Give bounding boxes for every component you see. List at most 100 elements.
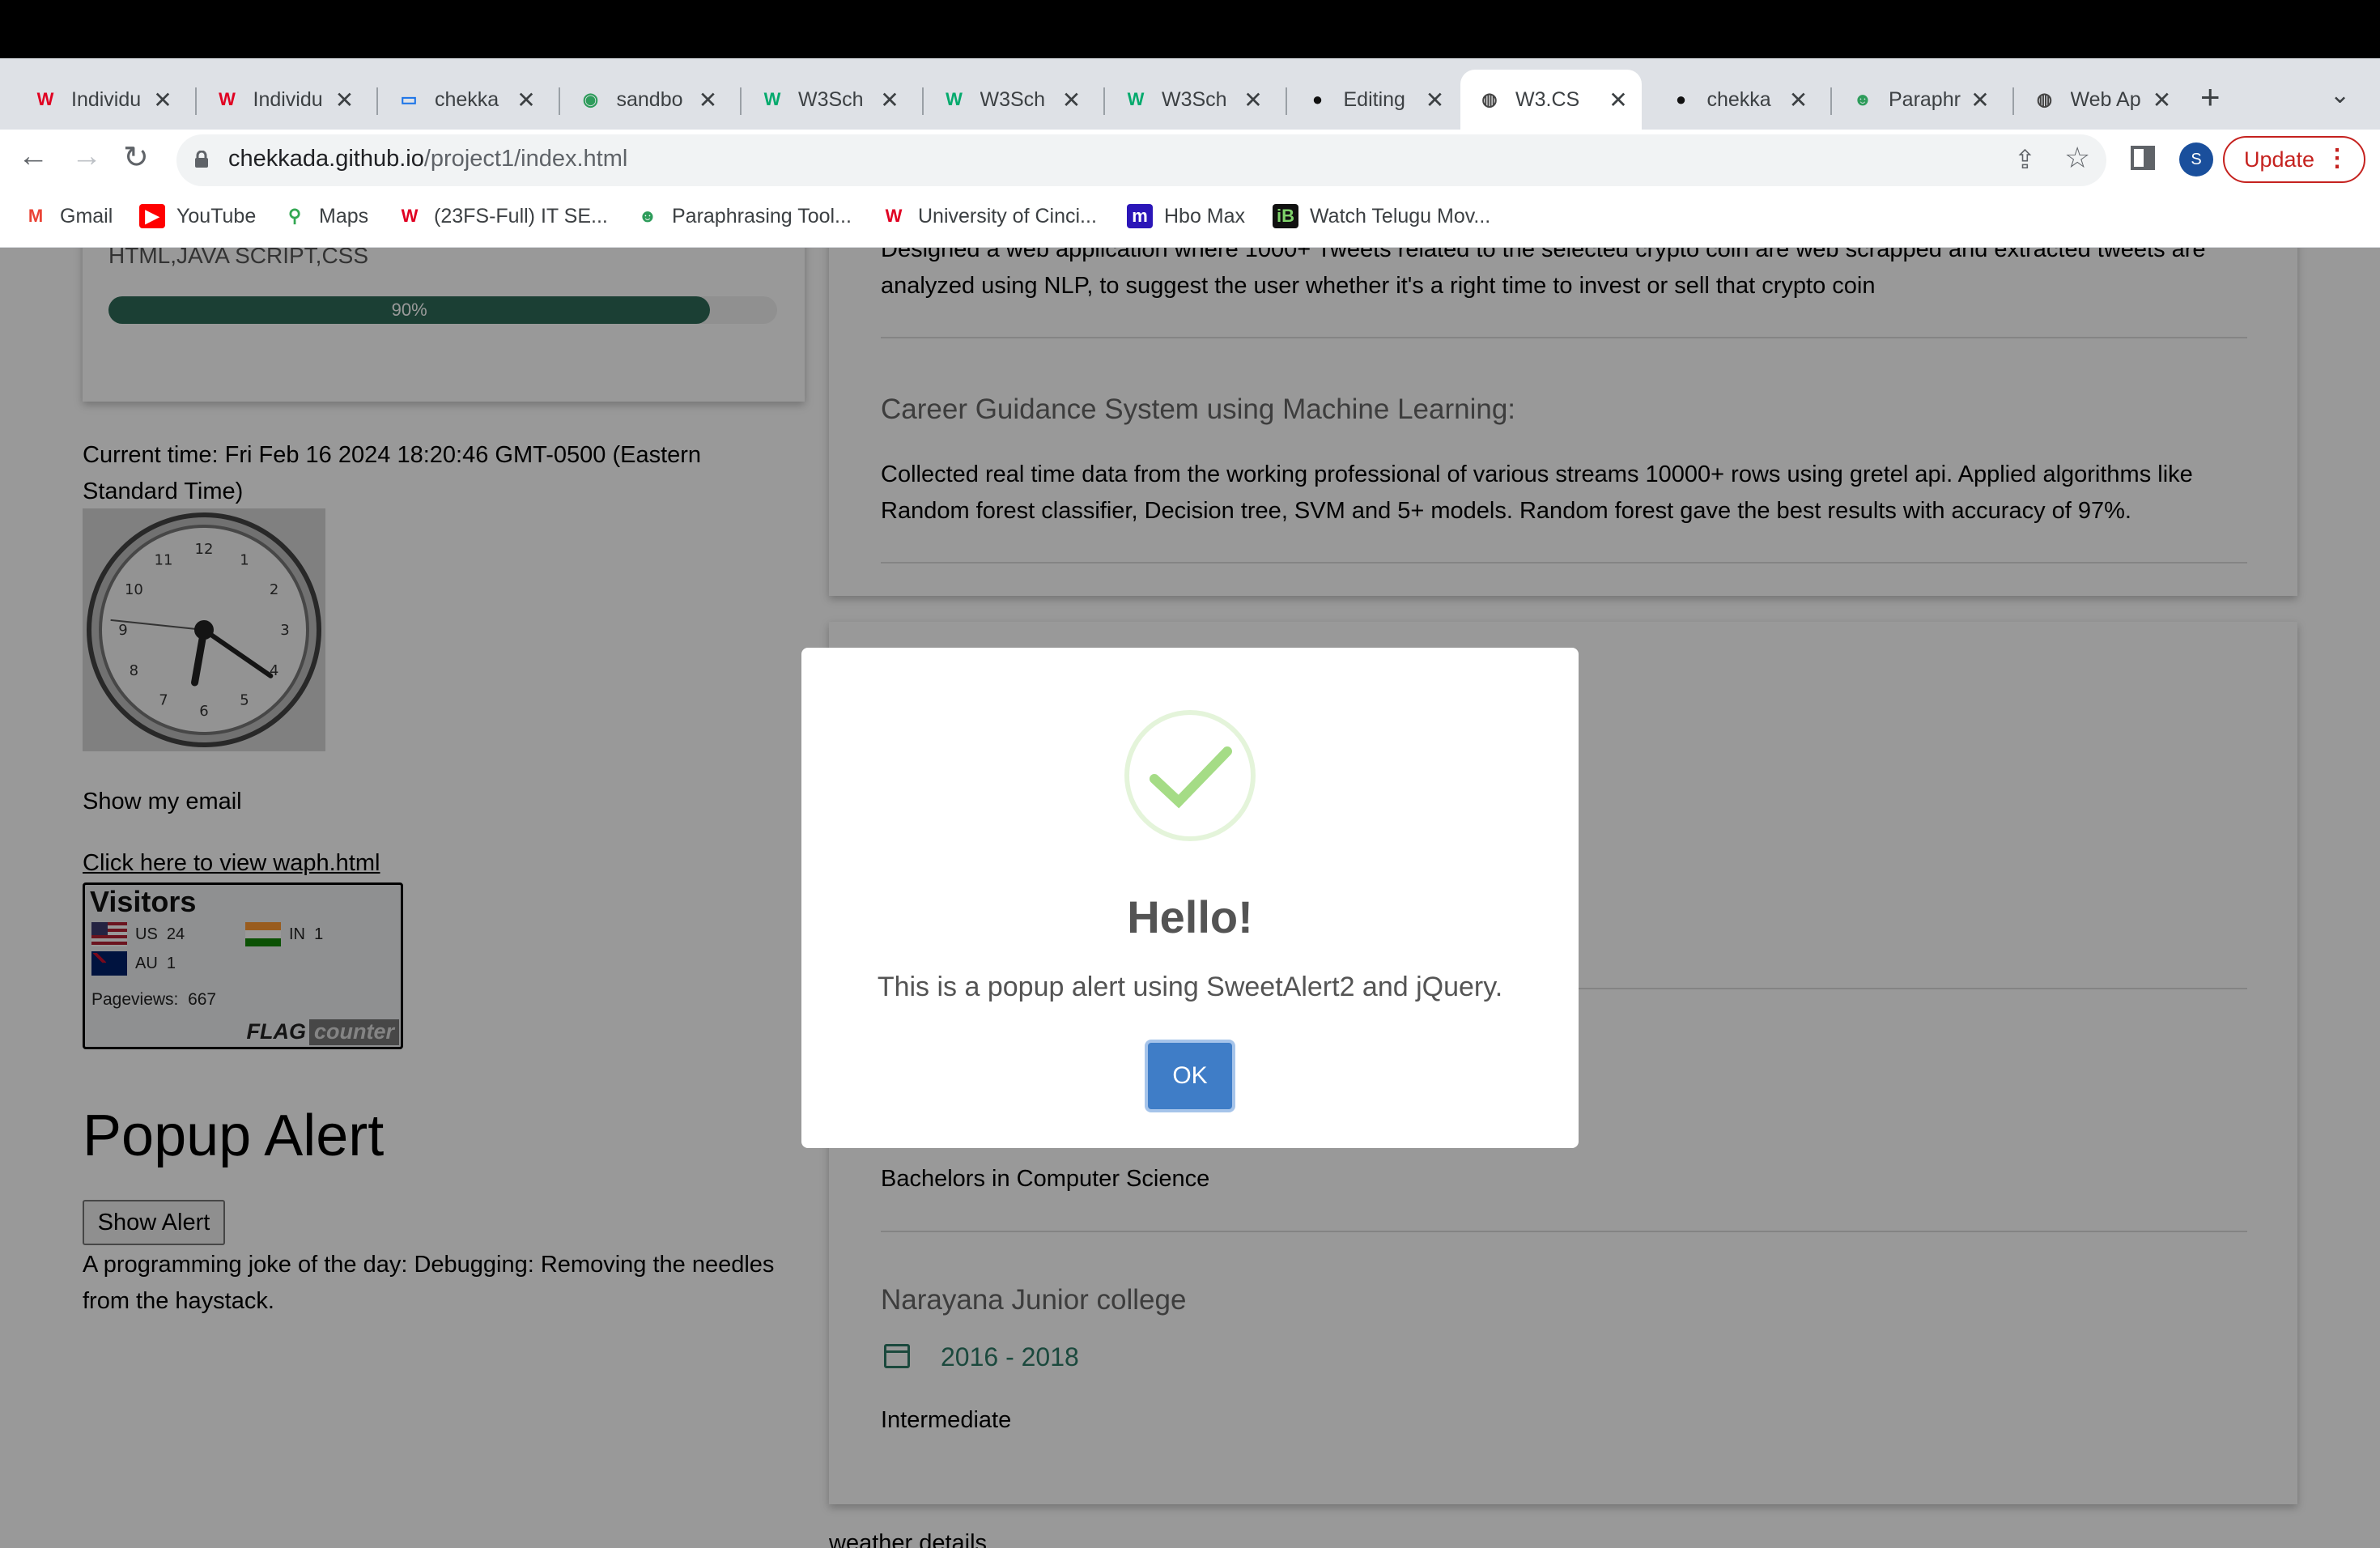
tab-label: W3Sch — [1162, 87, 1227, 111]
tab-label: Individu — [253, 87, 323, 111]
forward-arrow-icon[interactable]: → — [71, 139, 102, 174]
uc-logo-icon: W — [36, 89, 54, 109]
bookmark-item[interactable]: W (23FS-Full) IT SE... — [397, 204, 608, 228]
tab-close-icon[interactable]: ✕ — [333, 87, 357, 113]
update-label: Update — [2244, 147, 2315, 172]
bookmark-label: Watch Telugu Mov... — [1310, 204, 1491, 228]
tab-label: Individu — [71, 87, 142, 111]
maps-icon: ⚲ — [287, 206, 302, 226]
browser-tab[interactable]: ◉ sandbo ✕ — [562, 70, 732, 130]
tab-close-icon[interactable]: ✕ — [2150, 87, 2174, 113]
browser-tab[interactable]: W Individu ✕ — [198, 70, 368, 130]
tab-label: Paraphr — [1889, 87, 1961, 111]
tab-label: sandbo — [616, 87, 683, 111]
globe-colored-icon: ◉ — [582, 89, 599, 109]
tab-separator — [740, 87, 742, 115]
monitor-icon: ▭ — [400, 89, 418, 109]
browser-tab[interactable]: W W3Sch ✕ — [925, 70, 1095, 130]
url-path: /project1/index.html — [423, 146, 628, 172]
browser-tab[interactable]: W Individu ✕ — [16, 70, 186, 130]
tab-close-icon[interactable]: ✕ — [514, 87, 538, 113]
bookmark-label: Maps — [319, 204, 369, 228]
w3schools-icon: W — [946, 89, 963, 109]
tab-separator — [2012, 87, 2014, 115]
tab-close-icon[interactable]: ✕ — [696, 87, 720, 113]
tab-close-icon[interactable]: ✕ — [1787, 87, 1811, 113]
tab-close-icon[interactable]: ✕ — [1423, 87, 1447, 113]
tab-label: W3Sch — [980, 87, 1046, 111]
tab-separator — [921, 87, 924, 115]
bookmark-item[interactable]: ▶ YouTube — [139, 204, 256, 228]
github-icon: ● — [1675, 89, 1687, 109]
browser-tab[interactable]: ◍ W3.CS ✕ — [1460, 70, 1642, 130]
kebab-menu-icon[interactable]: ⋮ — [2325, 144, 2349, 172]
bookmark-item[interactable]: ⚲ Maps — [282, 204, 368, 228]
bookmark-item[interactable]: W University of Cinci... — [881, 204, 1097, 228]
tab-label: W3Sch — [798, 87, 864, 111]
github-icon: ● — [1311, 89, 1324, 109]
share-icon[interactable]: ⇪ — [2014, 144, 2036, 175]
tab-label: Web Ap — [2070, 87, 2141, 111]
tab-label: chekka — [1706, 87, 1771, 111]
uc-logo-icon: W — [885, 206, 903, 226]
tab-separator — [376, 87, 378, 115]
uc-logo-icon: W — [219, 89, 236, 109]
tab-close-icon[interactable]: ✕ — [1606, 87, 1630, 113]
update-button[interactable]: Update ⋮ — [2223, 136, 2365, 183]
tab-label: Editing — [1343, 87, 1405, 111]
modal-title: Hello! — [1127, 891, 1253, 942]
browser-tab[interactable]: ▭ chekka ✕ — [380, 70, 550, 130]
bookmark-item[interactable]: M Gmail — [23, 204, 113, 228]
robot-icon: ☻ — [638, 206, 657, 226]
robot-icon: ☻ — [1853, 89, 1872, 109]
w3schools-icon: W — [1127, 89, 1145, 109]
tab-label: W3.CS — [1515, 87, 1580, 111]
uc-logo-icon: W — [401, 206, 419, 226]
ok-button[interactable]: OK — [1145, 1040, 1235, 1112]
bookmark-label: (23FS-Full) IT SE... — [434, 204, 608, 228]
bookmark-label: Gmail — [60, 204, 113, 228]
browser-tab[interactable]: W W3Sch ✕ — [743, 70, 913, 130]
tab-close-icon[interactable]: ✕ — [1241, 87, 1265, 113]
side-panel-icon[interactable] — [2131, 146, 2155, 170]
youtube-icon: ▶ — [139, 204, 165, 228]
ib-icon: iB — [1273, 204, 1298, 228]
bookmark-item[interactable]: m Hbo Max — [1127, 204, 1245, 228]
tab-close-icon[interactable]: ✕ — [1968, 87, 1992, 113]
bookmark-label: Paraphrasing Tool... — [672, 204, 852, 228]
tab-close-icon[interactable]: ✕ — [878, 87, 902, 113]
new-tab-button[interactable]: + — [2200, 78, 2221, 117]
browser-tab[interactable]: ☻ Paraphr ✕ — [1834, 70, 2004, 130]
success-check-icon — [1124, 710, 1256, 841]
hbo-max-icon: m — [1127, 204, 1153, 228]
browser-tab[interactable]: ◍ Web Ap ✕ — [2016, 70, 2186, 130]
url-text[interactable]: chekkada.github.io/project1/index.html — [228, 146, 627, 172]
bookmark-item[interactable]: ☻ Paraphrasing Tool... — [635, 204, 852, 228]
tab-separator — [558, 87, 560, 115]
back-arrow-icon[interactable]: ← — [18, 139, 49, 174]
profile-avatar[interactable]: S — [2179, 142, 2213, 176]
window-title-bar — [0, 0, 2380, 58]
tab-separator — [194, 87, 197, 115]
w3schools-icon: W — [763, 89, 781, 109]
bookmark-item[interactable]: iB Watch Telugu Mov... — [1273, 204, 1490, 228]
tab-separator — [1830, 87, 1832, 115]
browser-tab[interactable]: ● Editing ✕ — [1289, 70, 1459, 130]
reload-icon[interactable]: ↻ — [123, 139, 149, 176]
globe-icon: ◍ — [2036, 89, 2053, 109]
lock-icon[interactable] — [194, 151, 209, 168]
tab-separator — [1103, 87, 1105, 115]
tab-separator — [1285, 87, 1287, 115]
browser-tab[interactable]: ● chekka ✕ — [1652, 70, 1822, 130]
url-host: chekkada.github.io — [228, 146, 424, 172]
bookmark-star-icon[interactable]: ☆ — [2064, 141, 2090, 175]
browser-tab[interactable]: W W3Sch ✕ — [1107, 70, 1277, 130]
tab-search-chevron-icon[interactable]: ⌄ — [2330, 81, 2350, 109]
bookmark-label: University of Cinci... — [918, 204, 1097, 228]
tab-close-icon[interactable]: ✕ — [1060, 87, 1084, 113]
modal-message: This is a popup alert using SweetAlert2 … — [877, 972, 1503, 1002]
tab-close-icon[interactable]: ✕ — [151, 87, 175, 113]
bookmark-label: YouTube — [176, 204, 257, 228]
tab-label: chekka — [435, 87, 499, 111]
globe-icon: ◍ — [1481, 89, 1498, 109]
